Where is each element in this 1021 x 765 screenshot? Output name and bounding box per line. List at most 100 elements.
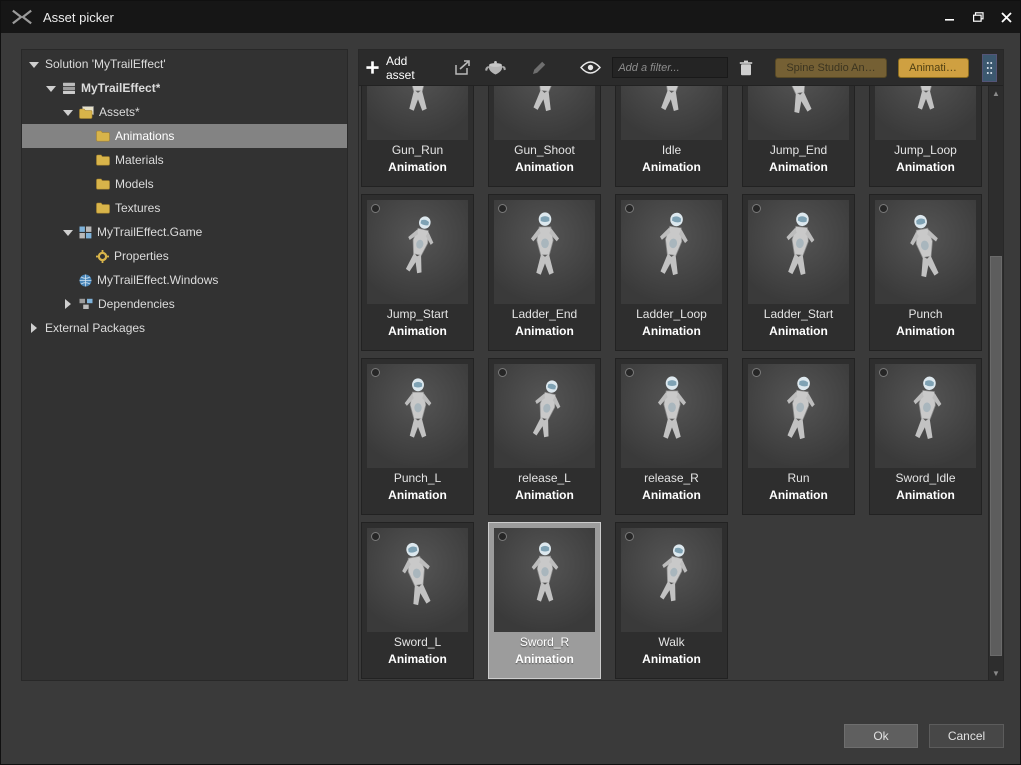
- tree-expander-icon[interactable]: [62, 298, 74, 310]
- thumbnail-status-dot: [625, 368, 634, 377]
- tree-expander-icon[interactable]: [79, 154, 91, 166]
- thumbnail-status-dot: [371, 532, 380, 541]
- character-figure-icon: [516, 208, 574, 296]
- tree-expander-icon[interactable]: [62, 106, 74, 118]
- export-asset-button[interactable]: [454, 60, 473, 76]
- tree-expander-icon[interactable]: [79, 178, 91, 190]
- character-figure-icon: [510, 86, 580, 136]
- asset-name: Gun_Run: [362, 142, 473, 158]
- asset-card[interactable]: Walk Animation: [615, 522, 728, 679]
- tree-item[interactable]: MyTrailEffect.Windows: [22, 268, 347, 292]
- eye-visibility-button[interactable]: [580, 61, 601, 74]
- vertical-scrollbar[interactable]: ▲ ▼: [988, 86, 1003, 680]
- tree-item[interactable]: External Packages: [22, 316, 347, 340]
- tree-item[interactable]: Assets*: [22, 100, 347, 124]
- titlebar: Asset picker: [1, 1, 1020, 33]
- asset-thumbnail: [748, 86, 849, 140]
- asset-card[interactable]: Sword_Idle Animation: [869, 358, 982, 515]
- tree-item-label: Assets*: [99, 105, 140, 119]
- filter-tag[interactable]: Spine Studio Ani...: [775, 58, 887, 78]
- asset-grid: Gun_Run Animation Gun_Shoot Animation: [359, 86, 988, 679]
- thumbnail-status-dot: [498, 204, 507, 213]
- tree-item-label: MyTrailEffect.Game: [97, 225, 202, 239]
- asset-name: Walk: [616, 634, 727, 650]
- asset-card[interactable]: Jump_Start Animation: [361, 194, 474, 351]
- teapot-icon-button[interactable]: [484, 59, 508, 76]
- asset-card[interactable]: Sword_L Animation: [361, 522, 474, 679]
- asset-type-label: Animation: [362, 652, 473, 666]
- asset-card[interactable]: release_R Animation: [615, 358, 728, 515]
- character-figure-icon: [763, 86, 835, 138]
- folder-icon: [96, 202, 110, 214]
- asset-card[interactable]: release_L Animation: [488, 358, 601, 515]
- asset-card[interactable]: Punch Animation: [869, 194, 982, 351]
- asset-thumbnail: [367, 86, 468, 140]
- scroll-down-button[interactable]: ▼: [989, 666, 1003, 680]
- tree-expander-icon[interactable]: [62, 226, 74, 238]
- tree-item[interactable]: Materials: [22, 148, 347, 172]
- scrollbar-thumb[interactable]: [990, 256, 1002, 656]
- tree-item[interactable]: Solution 'MyTrailEffect': [22, 52, 347, 76]
- asset-name: Gun_Shoot: [489, 142, 600, 158]
- tree-item[interactable]: MyTrailEffect.Game: [22, 220, 347, 244]
- asset-thumbnail: [494, 200, 595, 304]
- asset-card[interactable]: Punch_L Animation: [361, 358, 474, 515]
- thumbnail-status-dot: [752, 368, 761, 377]
- asset-name: Sword_L: [362, 634, 473, 650]
- asset-type-label: Animation: [870, 160, 981, 174]
- asset-card[interactable]: Gun_Run Animation: [361, 86, 474, 187]
- tree-item-label: Models: [115, 177, 154, 191]
- thumbnail-status-dot: [498, 532, 507, 541]
- asset-card[interactable]: Ladder_Loop Animation: [615, 194, 728, 351]
- trash-icon-button[interactable]: [739, 60, 753, 76]
- asset-card[interactable]: Ladder_Start Animation: [742, 194, 855, 351]
- tree-expander-icon[interactable]: [79, 202, 91, 214]
- thumbnail-status-dot: [625, 532, 634, 541]
- filter-tag[interactable]: Animation: [898, 58, 969, 78]
- asset-name: Run: [743, 470, 854, 486]
- asset-name: Punch_L: [362, 470, 473, 486]
- asset-name: Ladder_End: [489, 306, 600, 322]
- asset-card[interactable]: Idle Animation: [615, 86, 728, 187]
- tree-expander-icon[interactable]: [28, 58, 40, 70]
- asset-card[interactable]: Jump_End Animation: [742, 86, 855, 187]
- asset-type-label: Animation: [489, 324, 600, 338]
- asset-card[interactable]: Ladder_End Animation: [488, 194, 601, 351]
- asset-card[interactable]: Sword_R Animation: [488, 522, 601, 679]
- ok-button[interactable]: Ok: [844, 724, 918, 748]
- tree-expander-icon[interactable]: [45, 82, 57, 94]
- tree-item[interactable]: Textures: [22, 196, 347, 220]
- thumbnail-status-dot: [371, 368, 380, 377]
- edit-pencil-icon-button[interactable]: [531, 60, 547, 76]
- asset-card[interactable]: Run Animation: [742, 358, 855, 515]
- asset-name: Ladder_Start: [743, 306, 854, 322]
- asset-name: Sword_R: [489, 634, 600, 650]
- character-figure-icon: [382, 207, 452, 298]
- cancel-button[interactable]: Cancel: [929, 724, 1004, 748]
- tree-item[interactable]: Properties: [22, 244, 347, 268]
- tree-item[interactable]: Models: [22, 172, 347, 196]
- filter-input[interactable]: [612, 57, 728, 78]
- tree-item-label: External Packages: [45, 321, 145, 335]
- add-asset-button[interactable]: Add asset: [365, 54, 439, 82]
- asset-card[interactable]: Jump_Loop Animation: [869, 86, 982, 187]
- tree-expander-icon[interactable]: [62, 274, 74, 286]
- character-figure-icon: [764, 368, 834, 463]
- asset-card[interactable]: Gun_Shoot Animation: [488, 86, 601, 187]
- more-options-button[interactable]: [982, 54, 997, 82]
- windows-project-icon: [79, 274, 92, 287]
- asset-type-label: Animation: [489, 488, 600, 502]
- close-button[interactable]: [992, 1, 1020, 33]
- tree-expander-icon[interactable]: [79, 130, 91, 142]
- minimize-button[interactable]: [936, 1, 964, 33]
- thumbnail-status-dot: [879, 204, 888, 213]
- tree-expander-icon[interactable]: [79, 250, 91, 262]
- scroll-up-button[interactable]: ▲: [989, 86, 1003, 100]
- tree-expander-icon[interactable]: [28, 322, 40, 334]
- asset-name: Jump_Loop: [870, 142, 981, 158]
- tree-item[interactable]: MyTrailEffect*: [22, 76, 347, 100]
- character-figure-icon: [638, 86, 705, 135]
- tree-item[interactable]: Animations: [22, 124, 347, 148]
- maximize-button[interactable]: [964, 1, 992, 33]
- tree-item[interactable]: Dependencies: [22, 292, 347, 316]
